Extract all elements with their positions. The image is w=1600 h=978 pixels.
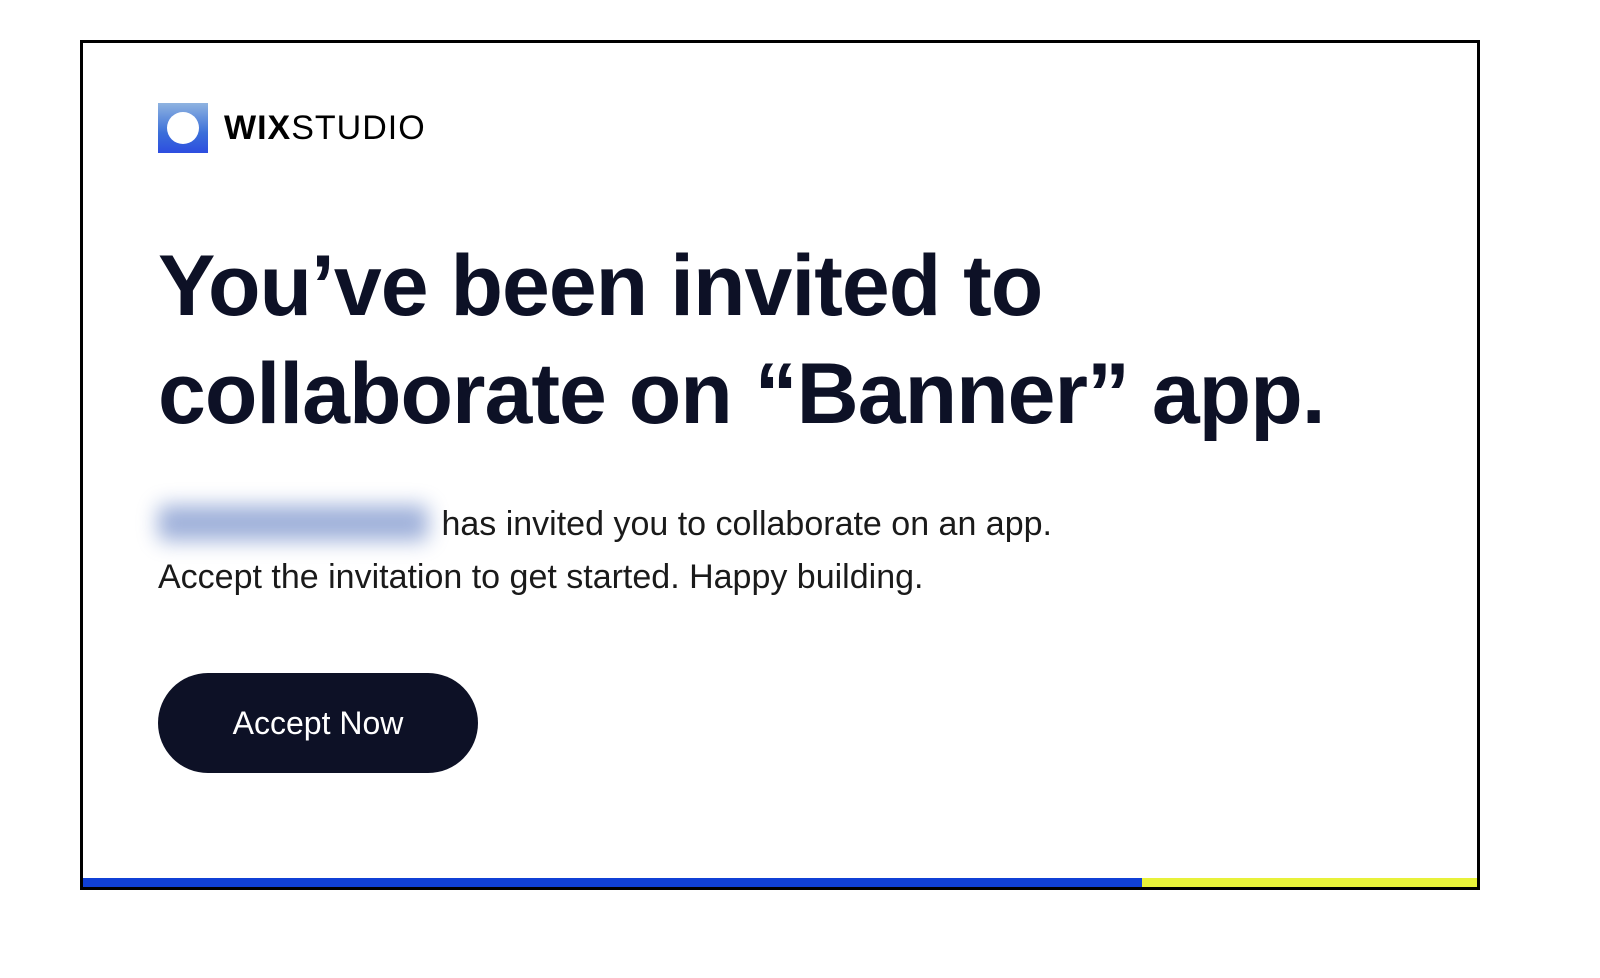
- footer-stripe-yellow: [1142, 878, 1477, 887]
- body-line2: Accept the invitation to get started. Ha…: [158, 558, 923, 596]
- logo-text-studio: STUDIO: [291, 109, 425, 147]
- invitation-headline: You’ve been invited to collaborate on “B…: [158, 233, 1358, 448]
- accept-now-button[interactable]: Accept Now: [158, 673, 478, 773]
- invitation-email-card: WIXSTUDIO You’ve been invited to collabo…: [80, 40, 1480, 890]
- brand-logo: WIXSTUDIO: [158, 103, 1402, 153]
- invitation-body: has invited you to collaborate on an app…: [158, 498, 1402, 603]
- wix-studio-logo-text: WIXSTUDIO: [224, 109, 426, 148]
- inviter-email-redacted: [158, 505, 428, 541]
- footer-stripe: [83, 878, 1477, 887]
- footer-stripe-blue: [83, 878, 1142, 887]
- body-line1-tail: has invited you to collaborate on an app…: [432, 505, 1052, 543]
- logo-text-wix: WIX: [224, 109, 291, 147]
- wix-studio-logo-icon: [158, 103, 208, 153]
